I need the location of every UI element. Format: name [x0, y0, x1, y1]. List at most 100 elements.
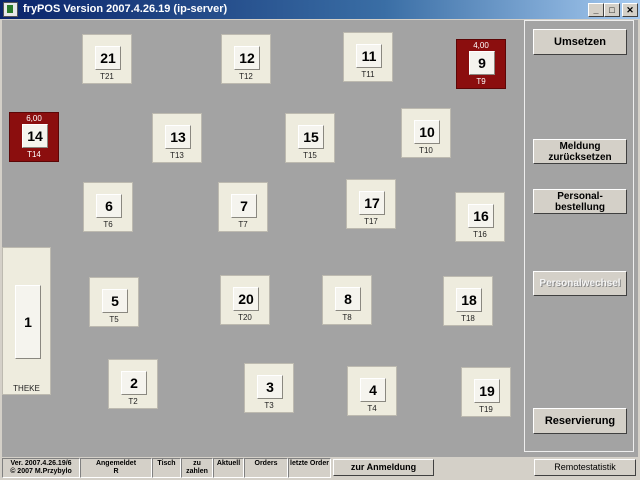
- minimize-button[interactable]: _: [588, 3, 604, 17]
- zu-zahlen-label: zu zahlen: [186, 460, 208, 475]
- remotestatistik-button[interactable]: Remotestatistik: [534, 459, 636, 476]
- table-number: 14: [22, 124, 48, 148]
- tisch-label: Tisch: [157, 460, 176, 467]
- title-bar: fryPOS Version 2007.4.26.19 (ip-server) …: [0, 0, 640, 19]
- table-label: T10: [419, 146, 433, 155]
- table-label: T18: [461, 314, 475, 323]
- table-amount: 6,00: [26, 114, 42, 123]
- table-5[interactable]: 5 T5: [89, 277, 139, 327]
- letzte-order-label: letzte Order: [290, 460, 329, 467]
- table-label: T7: [238, 220, 248, 229]
- table-9[interactable]: 4,00 9 T9: [456, 39, 506, 89]
- table-15[interactable]: 15 T15: [285, 113, 335, 163]
- table-21[interactable]: 21 T21: [82, 34, 132, 84]
- table-label: T16: [473, 230, 487, 239]
- table-label: T8: [342, 313, 352, 322]
- version-line2: © 2007 M.Przybylo: [10, 468, 72, 475]
- table-7[interactable]: 7 T7: [218, 182, 268, 232]
- table-label: T11: [361, 70, 375, 79]
- table-number: 18: [456, 288, 482, 312]
- personalwechsel-button[interactable]: Personalwechsel: [533, 271, 627, 296]
- table-10[interactable]: 10 T10: [401, 108, 451, 158]
- table-number: 17: [359, 191, 385, 215]
- orders-label: Orders: [254, 460, 278, 467]
- table-label: T15: [303, 151, 317, 160]
- table-8[interactable]: 8 T8: [322, 275, 372, 325]
- angemeldet-cell: Angemeldet R: [80, 458, 152, 478]
- personal-label-line2: bestellung: [554, 201, 605, 213]
- table-number: 13: [165, 125, 191, 149]
- table-label: T21: [100, 72, 114, 81]
- table-number: 8: [335, 287, 361, 311]
- table-number: 16: [468, 204, 494, 228]
- version-info: Ver. 2007.4.26.19/6 © 2007 M.Przybylo: [2, 458, 80, 478]
- app-window: fryPOS Version 2007.4.26.19 (ip-server) …: [0, 0, 640, 480]
- table-12[interactable]: 12 T12: [221, 34, 271, 84]
- orders-cell: Orders: [244, 458, 288, 478]
- table-number: 12: [234, 46, 260, 70]
- umsetzen-button[interactable]: Umsetzen: [533, 29, 627, 55]
- table-label: T3: [264, 401, 274, 410]
- table-3[interactable]: 3 T3: [244, 363, 294, 413]
- table-label: T9: [476, 77, 486, 86]
- table-number: 6: [96, 194, 122, 218]
- letzte-order-cell: letzte Order: [288, 458, 331, 478]
- meldung-zuruecksetzen-button[interactable]: Meldung zurücksetzen: [533, 139, 627, 164]
- close-button[interactable]: ✕: [622, 3, 638, 17]
- personal-label-line1: Personal-: [557, 190, 603, 202]
- table-16[interactable]: 16 T16: [455, 192, 505, 242]
- table-17[interactable]: 17 T17: [346, 179, 396, 229]
- table-20[interactable]: 20 T20: [220, 275, 270, 325]
- angemeldet-value: R: [113, 468, 119, 475]
- tisch-cell: Tisch: [152, 458, 181, 478]
- app-icon: [3, 2, 18, 17]
- table-13[interactable]: 13 T13: [152, 113, 202, 163]
- table-number: 11: [356, 44, 382, 68]
- meldung-label-line1: Meldung: [559, 140, 601, 152]
- table-number: 19: [474, 379, 500, 403]
- table-number: 9: [469, 51, 495, 75]
- table-label: T6: [103, 220, 113, 229]
- table-amount: 4,00: [473, 41, 489, 50]
- table-label: T5: [109, 315, 119, 324]
- table-label: T17: [364, 217, 378, 226]
- table-label: T2: [128, 397, 138, 406]
- table-number: 15: [298, 125, 324, 149]
- meldung-label-line2: zurücksetzen: [548, 151, 612, 163]
- table-number: 2: [121, 371, 147, 395]
- table-2[interactable]: 2 T2: [108, 359, 158, 409]
- zur-anmeldung-button[interactable]: zur Anmeldung: [333, 459, 434, 476]
- table-label: T20: [238, 313, 252, 322]
- aktuell-cell: Aktuell: [213, 458, 244, 478]
- maximize-button[interactable]: □: [604, 3, 620, 17]
- table-label: T19: [479, 405, 493, 414]
- theke-number: 1: [15, 285, 41, 359]
- angemeldet-label: Angemeldet: [95, 460, 137, 467]
- table-4[interactable]: 4 T4: [347, 366, 397, 416]
- table-number: 5: [102, 289, 128, 313]
- zu-zahlen-cell: zu zahlen: [181, 458, 213, 478]
- table-18[interactable]: 18 T18: [443, 276, 493, 326]
- table-number: 3: [257, 375, 283, 399]
- version-line1: Ver. 2007.4.26.19/6: [10, 460, 72, 467]
- theke-label: THEKE: [13, 384, 40, 393]
- side-panel-frame: [524, 20, 634, 452]
- table-number: 7: [231, 194, 257, 218]
- table-label: T12: [239, 72, 253, 81]
- reservierung-button[interactable]: Reservierung: [533, 408, 627, 434]
- theke-counter[interactable]: 1 THEKE: [2, 247, 51, 395]
- table-14[interactable]: 6,00 14 T14: [9, 112, 59, 162]
- table-number: 4: [360, 378, 386, 402]
- table-19[interactable]: 19 T19: [461, 367, 511, 417]
- table-label: T14: [27, 150, 41, 159]
- table-6[interactable]: 6 T6: [83, 182, 133, 232]
- table-number: 10: [414, 120, 440, 144]
- table-11[interactable]: 11 T11: [343, 32, 393, 82]
- table-number: 20: [233, 287, 259, 311]
- aktuell-label: Aktuell: [216, 460, 241, 467]
- personalbestellung-button[interactable]: Personal- bestellung: [533, 189, 627, 214]
- table-label: T4: [367, 404, 377, 413]
- side-panel: [522, 20, 638, 457]
- table-label: T13: [170, 151, 184, 160]
- table-number: 21: [95, 46, 121, 70]
